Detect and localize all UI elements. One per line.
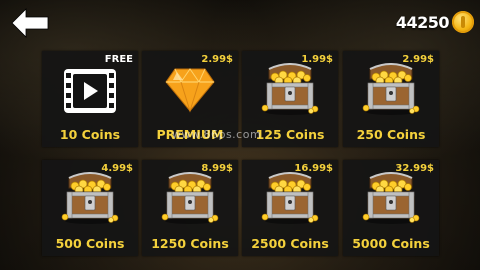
treasure-chest-icon <box>362 172 420 224</box>
shop-item-10-coins[interactable]: FREE 10 Coins <box>42 51 138 147</box>
treasure-chest-icon <box>161 172 219 224</box>
gold-coin-icon <box>452 11 474 33</box>
back-arrow-icon <box>11 8 49 38</box>
treasure-chest-icon <box>261 63 319 115</box>
item-price: 2.99$ <box>201 54 233 65</box>
watermark: www.86ps.com <box>172 128 262 141</box>
diamond-gem-icon <box>165 68 215 113</box>
back-button[interactable] <box>8 6 52 40</box>
video-ad-icon <box>64 69 116 113</box>
treasure-chest-icon <box>362 63 420 115</box>
shop-item-250-coins[interactable]: 2.99$ 250 Coins <box>343 51 439 147</box>
item-label: 2500 Coins <box>251 236 329 251</box>
item-price: FREE <box>104 54 133 65</box>
item-label: 5000 Coins <box>352 236 430 251</box>
item-label: 500 Coins <box>55 236 125 251</box>
coin-balance: 44250 <box>396 10 474 34</box>
shop-item-2500-coins[interactable]: 16.99$ 2500 Coins <box>242 160 338 256</box>
coin-balance-value: 44250 <box>395 12 450 32</box>
shop-item-1250-coins[interactable]: 8.99$ 1250 Coins <box>142 160 238 256</box>
treasure-chest-icon <box>261 172 319 224</box>
treasure-chest-icon <box>61 172 119 224</box>
item-label: 250 Coins <box>356 127 426 142</box>
item-label: 1250 Coins <box>151 236 229 251</box>
item-label: 10 Coins <box>59 127 121 142</box>
shop-item-5000-coins[interactable]: 32.99$ 5000 Coins <box>343 160 439 256</box>
shop-item-500-coins[interactable]: 4.99$ 500 Coins <box>42 160 138 256</box>
